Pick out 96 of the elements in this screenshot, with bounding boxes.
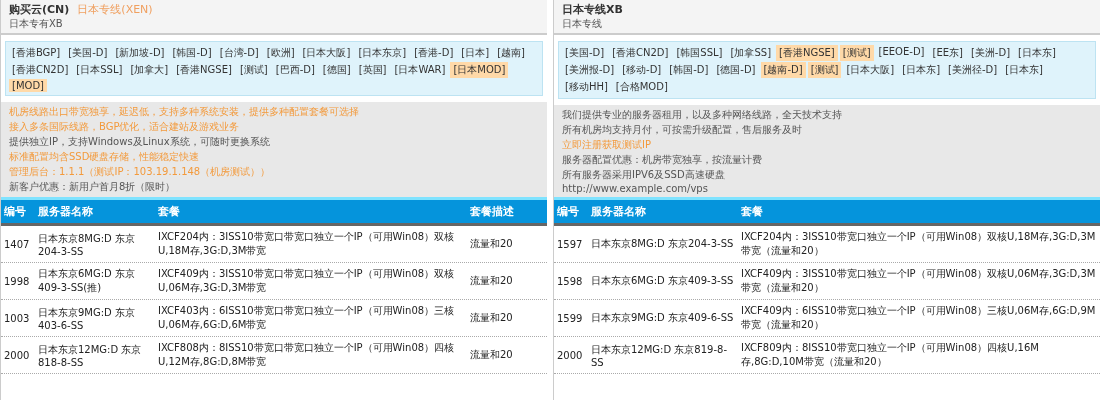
region-tag[interactable]: [加拿大] [127,62,172,78]
notice-text: 标准配置均含SSD硬盘存储，性能稳定快速 [9,150,201,164]
region-tag[interactable]: [MOD] [9,79,47,92]
region-tag[interactable]: [越南-D] [760,62,806,78]
notice-text: 立即注册获取测试IP [562,138,652,152]
table-cell-text: IXCF809内：8ISS10带宽口独立一个IP（可用Win08）四核U,16M存,8G:D,10M带宽（流量和20） [740,341,1040,369]
region-tag[interactable]: [新加坡-D] [112,45,168,61]
panel-accent-title: 日本专线(XEN) [77,2,153,17]
region-tag[interactable]: [日本WAR] [391,62,449,78]
table-cell-text: 1598 [556,275,584,287]
table-cell-text: 2000 [556,349,584,361]
panel-title: 购买云(CN) [9,2,70,17]
region-tag[interactable]: [移动-D] [619,62,665,78]
table-cell-text: 1407 [3,238,31,250]
notice-text: 机房线路出口带宽独享，延迟低，支持多种系统安装，提供多种配置套餐可选择 [9,105,360,119]
region-tag[interactable]: [日本东] [1015,45,1059,61]
region-tag[interactable]: [日本大阪] [843,62,898,78]
table-cell-text: 日本东京9MG:D 东京409-6-SS [590,311,735,325]
table-cell-text: 2000 [3,349,31,361]
region-tag[interactable]: [EE东] [929,45,966,61]
table-cell-text: 日本东京12MG:D 东京819-8-SS [590,342,728,368]
notice-text: 新客户优惠：新用户首月8折（限时） [9,180,177,194]
table-cell-text: IXCF808内：8ISS10带宽口带宽口独立一个IP（可用Win08）四核U,12M存,8G:D,8M带宽 [157,341,456,369]
region-tag[interactable]: [美国-D] [65,45,111,61]
table-cell-text: IXCF204内：3ISS10带宽口带宽口独立一个IP（可用Win08）双核U,18M存,3G:D,3M带宽 [157,230,456,258]
region-tag[interactable]: [加拿SS] [727,45,775,61]
region-tag[interactable]: [美洲-D] [967,45,1014,61]
region-tag[interactable]: [香港CN2D] [9,62,72,78]
region-tag[interactable]: [韩国SSL] [673,45,726,61]
region-tag[interactable]: [测试] [839,45,874,61]
column-header: 服务器名称 [590,204,647,219]
notice-text: 所有服务器采用IPV6及SSD高速硬盘 [562,168,726,182]
column-header: 编号 [556,204,580,219]
region-tag[interactable]: [测试] [236,62,271,78]
panel-title: 日本专线XB [562,2,623,17]
table-cell-text: IXCF409内：3ISS10带宽口独立一个IP（可用Win08）双核U,06M存,3G:D,3M带宽（流量和20） [740,267,1097,295]
panel-subtitle: 日本专有XB [9,17,64,31]
region-tag[interactable]: [移动HH] [562,79,611,95]
table-cell-text: 1599 [556,312,584,324]
table-cell-text: IXCF409内：6ISS10带宽口独立一个IP（可用Win08）三核U,06M存,6G:D,9M带宽（流量和20） [740,304,1097,332]
region-tag[interactable]: [德国-D] [713,62,759,78]
table-cell-text: 流量和20 [469,311,514,325]
region-tag[interactable]: [日本东] [1002,62,1046,78]
region-tag[interactable]: [香港CN2D] [609,45,672,61]
region-tag[interactable]: [日本大阪] [299,45,354,61]
region-tag[interactable]: [台湾-D] [216,45,262,61]
table-cell-text: 日本东京6MG:D 东京409-3-SS(推) [37,267,136,295]
column-header: 套餐 [740,204,764,219]
table-cell-text: 日本东京9MG:D 东京403-6-SS [37,305,136,331]
table-cell-text: 1998 [3,275,31,287]
region-tag[interactable]: [美洲报-D] [562,62,618,78]
region-tag[interactable]: [越南] [494,45,528,61]
region-tag[interactable]: [日本东京] [355,45,410,61]
table-cell-text: 1597 [556,238,584,250]
table-cell-text: 流量和20 [469,348,514,362]
column-header: 编号 [3,204,27,219]
region-tag[interactable]: [英国] [355,62,390,78]
region-tag[interactable]: [德国] [319,62,354,78]
region-tag[interactable]: [香港NGSE] [776,45,838,61]
notice-text: http://www.example.com/vps [562,183,709,194]
panel-subtitle: 日本专线 [562,17,603,31]
region-tag[interactable]: [香港NGSE] [173,62,235,78]
notice-text: 所有机房均支持月付，可按需升级配置，售后服务及时 [562,123,803,137]
region-tag[interactable]: [日本] [458,45,493,61]
table-cell-text: IXCF204内：3ISS10带宽口独立一个IP（可用Win08）双核U,18M存,3G:D,3M带宽（流量和20） [740,230,1097,258]
region-tag[interactable]: [EEOE-D] [875,45,928,61]
region-tag[interactable]: [香港BGP] [9,45,64,61]
table-cell-text: 日本东京8MG:D 东京204-3-SS [590,237,735,251]
region-tag[interactable]: [韩国-D] [169,45,215,61]
table-cell-text: 日本东京8MG:D 东京204-3-SS [37,231,136,257]
column-header: 套餐 [157,204,181,219]
column-header: 服务器名称 [37,204,94,219]
table-cell-text: 流量和20 [469,237,514,251]
region-tag[interactable]: [日本MOD] [450,62,509,78]
notice-text: 接入多条国际线路，BGP优化，适合建站及游戏业务 [9,120,241,134]
region-tag[interactable]: [美洲径-D] [945,62,1001,78]
region-tag[interactable]: [巴西-D] [272,62,318,78]
region-tag[interactable]: [合格MOD] [612,79,671,95]
notice-text: 我们提供专业的服务器租用，以及多种网络线路，全天技术支持 [562,108,843,122]
table-cell-text: 日本东京6MG:D 东京409-3-SS [590,274,735,288]
column-header: 套餐描述 [469,204,515,219]
table-cell-text: 1003 [3,312,31,324]
table-cell-text: IXCF409内：3ISS10带宽口带宽口独立一个IP（可用Win08）双核U,06M存,3G:D,3M带宽 [157,267,456,295]
notice-text: 提供独立IP，支持Windows及Linux系统，可随时更换系统 [9,135,271,149]
region-tag[interactable]: [美国-D] [562,45,608,61]
region-tag[interactable]: [韩国-D] [666,62,712,78]
table-cell-text: IXCF403内：6ISS10带宽口带宽口独立一个IP（可用Win08）三核U,06M存,6G:D,6M带宽 [157,304,456,332]
region-tag[interactable]: [香港-D] [411,45,457,61]
region-tag[interactable]: [日本SSL] [73,62,126,78]
table-cell-text: 流量和20 [469,274,514,288]
region-tag[interactable]: [欧洲] [263,45,298,61]
region-tag[interactable]: [测试] [807,62,842,78]
region-tag[interactable]: [日本东] [899,62,944,78]
table-cell-text: 日本东京12MG:D 东京818-8-SS [37,342,143,368]
notice-text: 管理后台：1.1.1（测试IP：103.19.1.148（机房测试）） [9,165,272,179]
notice-text: 服务器配置优惠：机房带宽独享，按流量计费 [562,153,763,167]
